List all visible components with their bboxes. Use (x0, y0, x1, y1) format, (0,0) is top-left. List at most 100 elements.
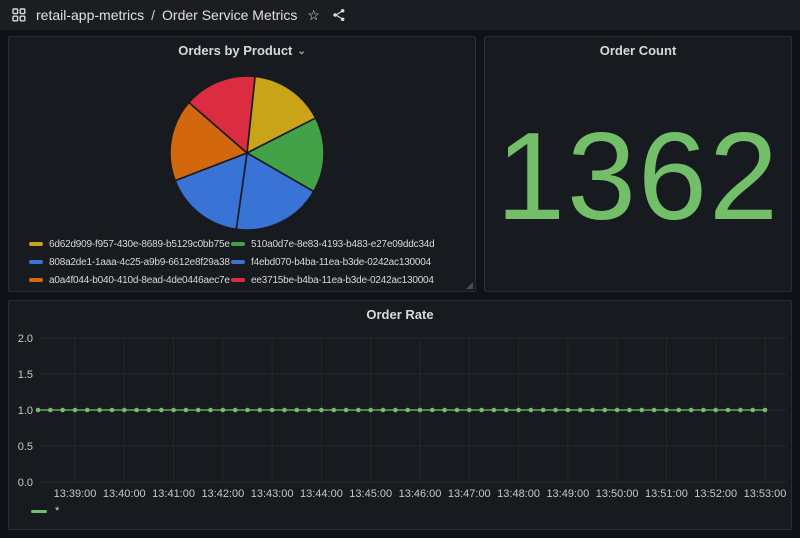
panel-title-order-count[interactable]: Order Count (485, 37, 791, 63)
data-point[interactable] (640, 408, 645, 413)
share-dashboard-button[interactable] (330, 6, 348, 24)
y-axis-tick-label: 2.0 (18, 333, 33, 345)
x-axis-tick-label: 13:49:00 (546, 488, 589, 500)
data-point[interactable] (516, 408, 521, 413)
data-point[interactable] (455, 408, 460, 413)
data-point[interactable] (689, 408, 694, 413)
star-dashboard-button[interactable]: ☆ (305, 6, 322, 24)
y-axis-tick-label: 0.0 (18, 477, 33, 489)
data-point[interactable] (171, 408, 176, 413)
data-point[interactable] (479, 408, 484, 413)
order-rate-chart[interactable]: 2.01.51.00.50.013:39:0013:40:0013:41:001… (9, 301, 793, 531)
data-point[interactable] (541, 408, 546, 413)
data-point[interactable] (258, 408, 263, 413)
data-point[interactable] (344, 408, 349, 413)
dashboards-grid-icon[interactable] (10, 6, 28, 24)
data-point[interactable] (726, 408, 731, 413)
x-axis-tick-label: 13:44:00 (300, 488, 343, 500)
x-axis-tick-label: 13:39:00 (54, 488, 97, 500)
data-point[interactable] (319, 408, 324, 413)
data-point[interactable] (233, 408, 238, 413)
data-point[interactable] (492, 408, 497, 413)
panel-order-count: Order Count 1362 (484, 36, 792, 292)
x-axis-tick-label: 13:42:00 (201, 488, 244, 500)
x-axis-tick-label: 13:50:00 (596, 488, 639, 500)
data-point[interactable] (529, 408, 534, 413)
data-point[interactable] (603, 408, 608, 413)
graph-legend[interactable]: * (31, 505, 59, 517)
data-point[interactable] (184, 408, 189, 413)
pie-legend-item[interactable]: 808a2de1-1aaa-4c25-a9b9-6612e8f29a38 (29, 257, 231, 268)
pie-legend-item[interactable]: 510a0d7e-8e83-4193-b483-e27e09ddc34d (231, 239, 435, 250)
data-point[interactable] (393, 408, 398, 413)
data-point[interactable] (134, 408, 139, 413)
data-point[interactable] (652, 408, 657, 413)
series-label: f4ebd070-b4ba-11ea-b3de-0242ac130004 (251, 257, 431, 268)
panel-orders-by-product: Orders by Product ⌄ 6d62d909-f957-430e-8… (8, 36, 476, 292)
panel-title-orders-by-product[interactable]: Orders by Product ⌄ (9, 37, 475, 63)
data-point[interactable] (442, 408, 447, 413)
data-point[interactable] (763, 408, 768, 413)
data-point[interactable] (282, 408, 287, 413)
data-point[interactable] (627, 408, 632, 413)
data-point[interactable] (405, 408, 410, 413)
pie-chart[interactable] (167, 73, 327, 233)
data-point[interactable] (738, 408, 743, 413)
series-label: ee3715be-b4ba-11ea-b3de-0242ac130004 (251, 275, 434, 286)
data-point[interactable] (430, 408, 435, 413)
grafana-dashboard: retail-app-metrics / Order Service Metri… (0, 0, 800, 538)
data-point[interactable] (36, 408, 41, 413)
data-point[interactable] (60, 408, 65, 413)
data-point[interactable] (418, 408, 423, 413)
breadcrumb-folder[interactable]: retail-app-metrics (36, 7, 144, 23)
data-point[interactable] (356, 408, 361, 413)
data-point[interactable] (295, 408, 300, 413)
data-point[interactable] (147, 408, 152, 413)
data-point[interactable] (701, 408, 706, 413)
data-point[interactable] (590, 408, 595, 413)
x-axis-tick-label: 13:48:00 (497, 488, 540, 500)
data-point[interactable] (48, 408, 53, 413)
data-point[interactable] (504, 408, 509, 413)
data-point[interactable] (553, 408, 558, 413)
data-point[interactable] (159, 408, 164, 413)
data-point[interactable] (677, 408, 682, 413)
series-color-swatch (231, 260, 245, 264)
data-point[interactable] (664, 408, 669, 413)
data-point[interactable] (85, 408, 90, 413)
data-point[interactable] (713, 408, 718, 413)
data-point[interactable] (307, 408, 312, 413)
pie-legend-item[interactable]: a0a4f044-b040-410d-8ead-4de0446aec7e (29, 275, 231, 286)
x-axis-tick-label: 13:45:00 (349, 488, 392, 500)
data-point[interactable] (97, 408, 102, 413)
data-point[interactable] (381, 408, 386, 413)
series-label: * (55, 505, 59, 517)
pie-legend-item[interactable]: f4ebd070-b4ba-11ea-b3de-0242ac130004 (231, 257, 435, 268)
data-point[interactable] (122, 408, 127, 413)
x-axis-tick-label: 13:43:00 (251, 488, 294, 500)
panel-order-rate: Order Rate 2.01.51.00.50.013:39:0013:40:… (8, 300, 792, 530)
data-point[interactable] (566, 408, 571, 413)
pie-legend-item[interactable]: 6d62d909-f957-430e-8689-b5129c0bb75e (29, 239, 231, 250)
data-point[interactable] (221, 408, 226, 413)
data-point[interactable] (110, 408, 115, 413)
data-point[interactable] (332, 408, 337, 413)
pie-legend-item[interactable]: ee3715be-b4ba-11ea-b3de-0242ac130004 (231, 275, 435, 286)
y-axis-tick-label: 0.5 (18, 441, 33, 453)
x-axis-tick-label: 13:53:00 (744, 488, 787, 500)
data-point[interactable] (578, 408, 583, 413)
series-color-swatch (231, 242, 245, 246)
top-bar: retail-app-metrics / Order Service Metri… (0, 0, 800, 30)
data-point[interactable] (270, 408, 275, 413)
data-point[interactable] (368, 408, 373, 413)
data-point[interactable] (245, 408, 250, 413)
breadcrumb-dashboard-title[interactable]: Order Service Metrics (162, 7, 297, 23)
panel-resize-handle[interactable] (466, 282, 473, 289)
data-point[interactable] (196, 408, 201, 413)
data-point[interactable] (750, 408, 755, 413)
y-axis-tick-label: 1.5 (18, 369, 33, 381)
data-point[interactable] (73, 408, 78, 413)
data-point[interactable] (615, 408, 620, 413)
data-point[interactable] (467, 408, 472, 413)
data-point[interactable] (208, 408, 213, 413)
